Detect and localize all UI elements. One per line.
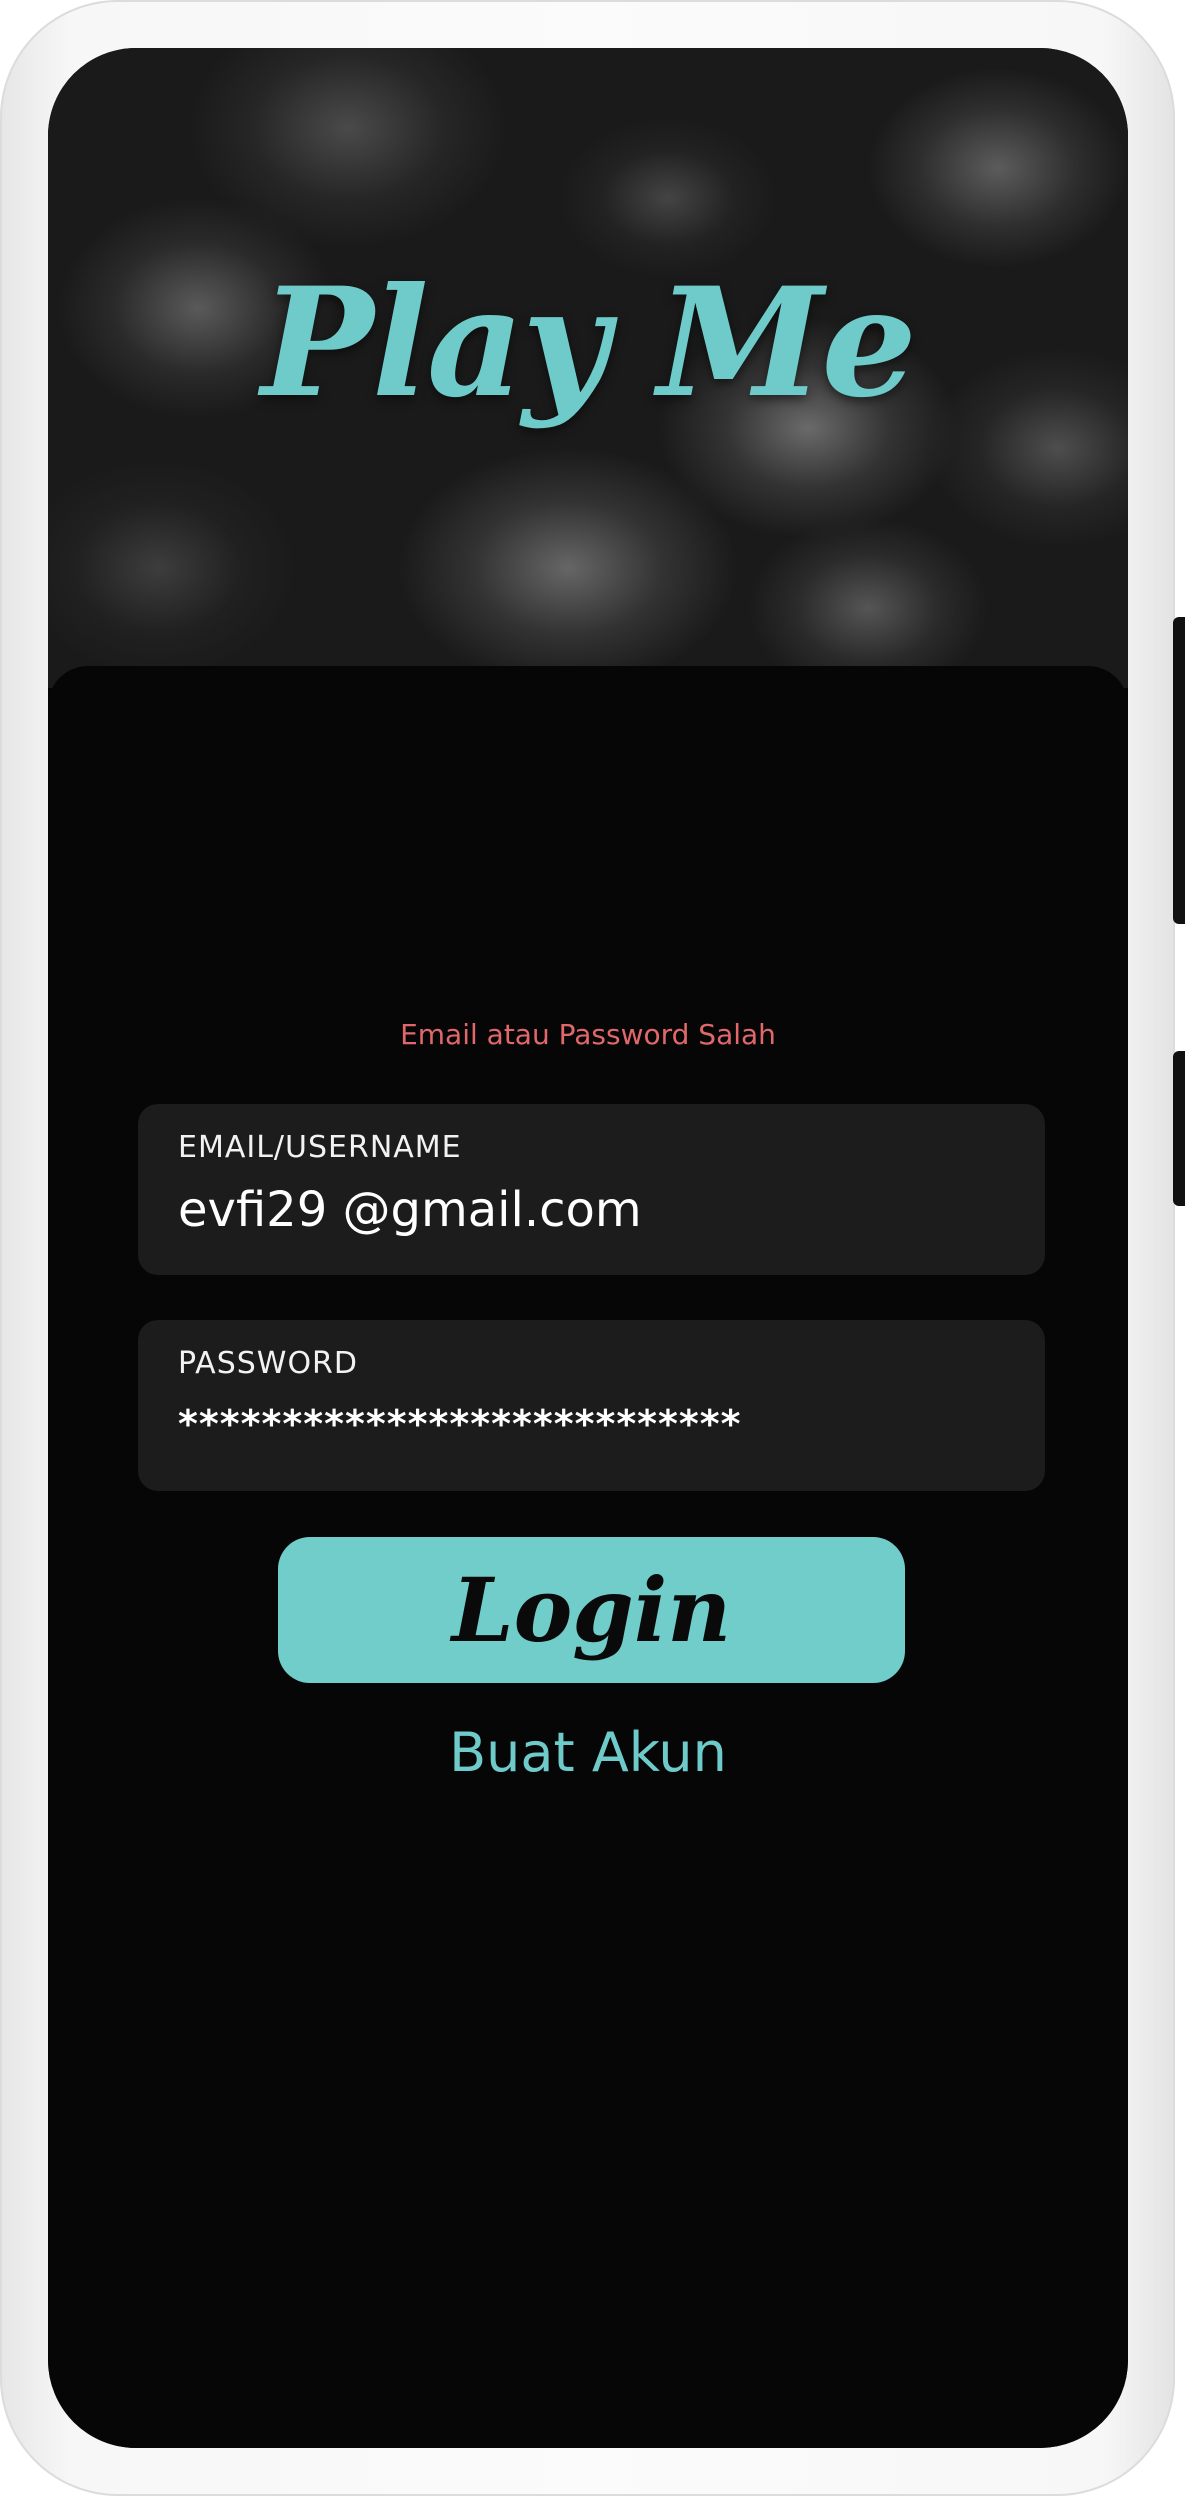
app-screen: Play Me Email atau Password Salah EMAIL/… xyxy=(48,48,1128,2448)
app-title: Play Me xyxy=(261,255,917,431)
email-field-value[interactable]: evfi29 @gmail.com xyxy=(178,1182,642,1238)
email-field-label: EMAIL/USERNAME xyxy=(178,1130,462,1165)
password-field-label: PASSWORD xyxy=(178,1346,359,1381)
power-button xyxy=(1173,617,1185,924)
phone-frame: Play Me Email atau Password Salah EMAIL/… xyxy=(0,0,1175,2496)
create-account-link[interactable]: Buat Akun xyxy=(48,1721,1128,1784)
login-button[interactable]: Login xyxy=(278,1537,905,1683)
volume-button xyxy=(1173,1051,1185,1206)
login-panel: Email atau Password Salah EMAIL/USERNAME… xyxy=(48,666,1128,2448)
hero-banner: Play Me xyxy=(48,48,1128,688)
password-field[interactable]: PASSWORD *************************** xyxy=(138,1320,1045,1491)
error-message: Email atau Password Salah xyxy=(400,1018,776,1051)
password-field-value[interactable]: *************************** xyxy=(178,1402,742,1446)
email-field[interactable]: EMAIL/USERNAME evfi29 @gmail.com xyxy=(138,1104,1045,1275)
